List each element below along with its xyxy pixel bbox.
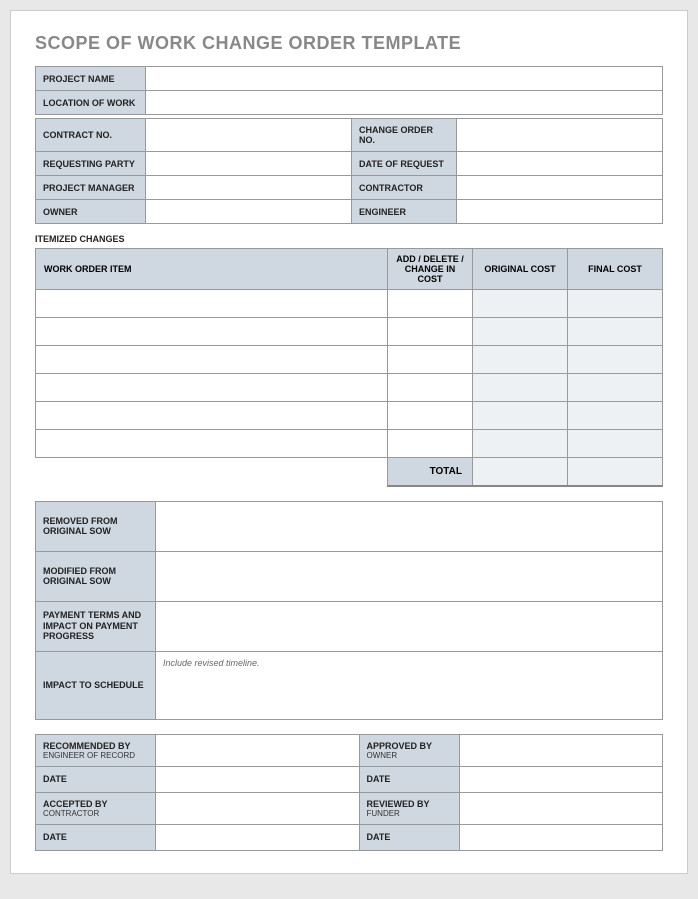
item-cell[interactable] — [36, 290, 388, 318]
final-cell[interactable] — [568, 318, 663, 346]
contract-no-value[interactable] — [146, 119, 352, 152]
contractor-value[interactable] — [457, 176, 663, 200]
col-change: ADD / DELETE / CHANGE IN COST — [388, 249, 473, 290]
project-name-value[interactable] — [146, 67, 663, 91]
item-cell[interactable] — [36, 430, 388, 458]
accepted-date-label: DATE — [36, 824, 156, 850]
final-cell[interactable] — [568, 430, 663, 458]
accepted-label-text: ACCEPTED BY — [43, 799, 108, 809]
table-row — [36, 346, 663, 374]
final-cell[interactable] — [568, 402, 663, 430]
itemized-heading: ITEMIZED CHANGES — [35, 234, 663, 244]
date-of-request-value[interactable] — [457, 152, 663, 176]
approved-value[interactable] — [459, 734, 663, 766]
change-order-no-label: CHANGE ORDER NO. — [352, 119, 457, 152]
signatures-table: RECOMMENDED BY ENGINEER OF RECORD APPROV… — [35, 734, 663, 851]
item-cell[interactable] — [36, 374, 388, 402]
original-cell[interactable] — [473, 318, 568, 346]
schedule-value[interactable]: Include revised timeline. — [156, 651, 663, 719]
project-manager-value[interactable] — [146, 176, 352, 200]
final-cell[interactable] — [568, 374, 663, 402]
table-row — [36, 318, 663, 346]
table-row — [36, 290, 663, 318]
payment-value[interactable] — [156, 601, 663, 651]
recommended-date-value[interactable] — [156, 766, 360, 792]
table-row — [36, 374, 663, 402]
project-name-label: PROJECT NAME — [36, 67, 146, 91]
date-of-request-label: DATE OF REQUEST — [352, 152, 457, 176]
reviewed-value[interactable] — [459, 792, 663, 824]
project-manager-label: PROJECT MANAGER — [36, 176, 146, 200]
reviewed-label: REVIEWED BY FUNDER — [359, 792, 459, 824]
engineer-label: ENGINEER — [352, 200, 457, 224]
total-row: TOTAL — [36, 458, 663, 486]
requesting-party-label: REQUESTING PARTY — [36, 152, 146, 176]
owner-label: OWNER — [36, 200, 146, 224]
removed-value[interactable] — [156, 501, 663, 551]
accepted-label: ACCEPTED BY CONTRACTOR — [36, 792, 156, 824]
approved-label: APPROVED BY OWNER — [359, 734, 459, 766]
approved-date-value[interactable] — [459, 766, 663, 792]
change-cell[interactable] — [388, 290, 473, 318]
requesting-party-value[interactable] — [146, 152, 352, 176]
recommended-sub: ENGINEER OF RECORD — [43, 751, 148, 760]
contract-no-label: CONTRACT NO. — [36, 119, 146, 152]
narrative-table: REMOVED FROM ORIGINAL SOW MODIFIED FROM … — [35, 501, 663, 720]
accepted-sub: CONTRACTOR — [43, 809, 148, 818]
itemized-table: WORK ORDER ITEM ADD / DELETE / CHANGE IN… — [35, 248, 663, 487]
col-original: ORIGINAL COST — [473, 249, 568, 290]
schedule-label: IMPACT TO SCHEDULE — [36, 651, 156, 719]
table-row — [36, 402, 663, 430]
total-original — [473, 458, 568, 486]
page-title: SCOPE OF WORK CHANGE ORDER TEMPLATE — [35, 33, 663, 54]
change-cell[interactable] — [388, 430, 473, 458]
change-cell[interactable] — [388, 318, 473, 346]
header-table-1: PROJECT NAME LOCATION OF WORK — [35, 66, 663, 115]
recommended-label-text: RECOMMENDED BY — [43, 741, 131, 751]
approved-date-label: DATE — [359, 766, 459, 792]
original-cell[interactable] — [473, 402, 568, 430]
location-label: LOCATION OF WORK — [36, 91, 146, 115]
approved-label-text: APPROVED BY — [367, 741, 433, 751]
item-cell[interactable] — [36, 402, 388, 430]
original-cell[interactable] — [473, 290, 568, 318]
change-cell[interactable] — [388, 346, 473, 374]
approved-sub: OWNER — [367, 751, 452, 760]
modified-value[interactable] — [156, 551, 663, 601]
owner-value[interactable] — [146, 200, 352, 224]
location-value[interactable] — [146, 91, 663, 115]
reviewed-date-label: DATE — [359, 824, 459, 850]
col-final: FINAL COST — [568, 249, 663, 290]
accepted-date-value[interactable] — [156, 824, 360, 850]
modified-label: MODIFIED FROM ORIGINAL SOW — [36, 551, 156, 601]
document-page: SCOPE OF WORK CHANGE ORDER TEMPLATE PROJ… — [10, 10, 688, 874]
reviewed-label-text: REVIEWED BY — [367, 799, 430, 809]
original-cell[interactable] — [473, 430, 568, 458]
engineer-value[interactable] — [457, 200, 663, 224]
final-cell[interactable] — [568, 346, 663, 374]
recommended-date-label: DATE — [36, 766, 156, 792]
recommended-value[interactable] — [156, 734, 360, 766]
removed-label: REMOVED FROM ORIGINAL SOW — [36, 501, 156, 551]
col-item: WORK ORDER ITEM — [36, 249, 388, 290]
reviewed-date-value[interactable] — [459, 824, 663, 850]
reviewed-sub: FUNDER — [367, 809, 452, 818]
total-final — [568, 458, 663, 486]
header-table-2: CONTRACT NO. CHANGE ORDER NO. REQUESTING… — [35, 118, 663, 224]
original-cell[interactable] — [473, 374, 568, 402]
recommended-label: RECOMMENDED BY ENGINEER OF RECORD — [36, 734, 156, 766]
table-row — [36, 430, 663, 458]
change-cell[interactable] — [388, 374, 473, 402]
total-label: TOTAL — [388, 458, 473, 486]
final-cell[interactable] — [568, 290, 663, 318]
item-cell[interactable] — [36, 318, 388, 346]
change-cell[interactable] — [388, 402, 473, 430]
payment-label: PAYMENT TERMS AND IMPACT ON PAYMENT PROG… — [36, 601, 156, 651]
change-order-no-value[interactable] — [457, 119, 663, 152]
original-cell[interactable] — [473, 346, 568, 374]
contractor-label: CONTRACTOR — [352, 176, 457, 200]
item-cell[interactable] — [36, 346, 388, 374]
accepted-value[interactable] — [156, 792, 360, 824]
